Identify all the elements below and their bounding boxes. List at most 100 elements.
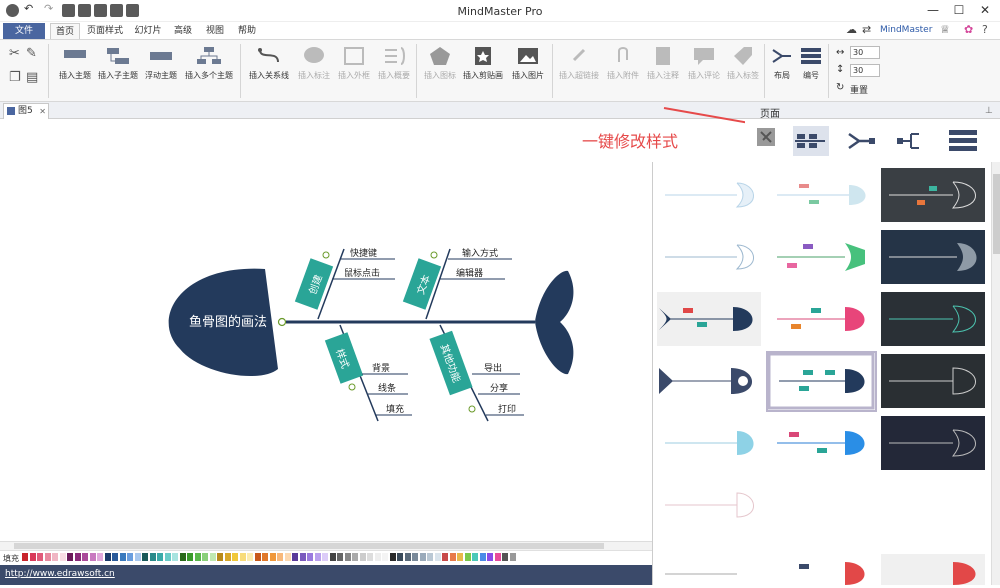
theme-thumb-light-1[interactable] [657, 168, 761, 222]
color-swatch[interactable] [239, 553, 246, 561]
color-swatch[interactable] [59, 553, 66, 561]
format-painter-icon[interactable]: ✎ [26, 46, 37, 61]
insert-tag-button[interactable]: 插入标签 [724, 46, 762, 81]
color-swatch[interactable] [307, 553, 313, 561]
collapse-toggle[interactable] [277, 317, 287, 327]
color-swatch[interactable] [217, 553, 223, 561]
insert-hyperlink-button[interactable]: 插入超链接 [556, 46, 602, 81]
color-swatch[interactable] [157, 553, 163, 561]
numbering-button[interactable]: 编号 [796, 46, 826, 81]
color-swatch[interactable] [37, 553, 43, 561]
color-swatch[interactable] [359, 553, 366, 561]
item-fill[interactable]: 填充 [386, 403, 404, 415]
color-swatch[interactable] [494, 553, 501, 561]
cut-icon[interactable]: ✂ [9, 46, 20, 61]
h-spacing-input[interactable]: 30 [850, 46, 880, 59]
item-shortcut[interactable]: 快捷键 [350, 247, 377, 259]
insert-icon-button[interactable]: 插入图标 [422, 46, 458, 81]
color-swatch[interactable] [194, 553, 201, 561]
theme-thumb-partial-3[interactable] [881, 554, 985, 585]
color-swatch[interactable] [149, 553, 156, 561]
user-name[interactable]: MindMaster [880, 25, 932, 35]
fishbone-layout-icon[interactable] [793, 126, 829, 156]
color-swatch[interactable] [344, 553, 351, 561]
theme-thumb-dark-2[interactable] [881, 230, 985, 284]
item-editor[interactable]: 编辑器 [456, 267, 483, 279]
tab-slides[interactable]: 幻灯片 [132, 23, 164, 39]
branch-toggle[interactable] [430, 251, 438, 259]
close-button[interactable]: ✕ [976, 3, 994, 19]
color-swatch[interactable] [74, 553, 81, 561]
color-swatch[interactable] [487, 553, 493, 561]
panel-scrollbar[interactable] [991, 162, 1000, 585]
color-swatch[interactable] [97, 553, 103, 561]
theme-thumb-partial-1[interactable] [657, 554, 761, 585]
insert-image-button[interactable]: 插入图片 [508, 46, 548, 81]
color-swatch[interactable] [299, 553, 306, 561]
h-scroll-thumb[interactable] [14, 543, 604, 549]
insert-attachment-button[interactable]: 插入附件 [604, 46, 642, 81]
color-swatch[interactable] [337, 553, 343, 561]
insert-clipart-button[interactable]: 插入剪贴画 [460, 46, 506, 81]
insert-boundary-button[interactable]: 插入外框 [336, 46, 372, 81]
color-swatch[interactable] [322, 553, 328, 561]
insert-summary-button[interactable]: 插入概要 [376, 46, 412, 81]
color-swatch[interactable] [164, 553, 171, 561]
theme-thumb-light-2[interactable] [769, 168, 873, 222]
theme-thumb-dark-5[interactable] [881, 416, 985, 470]
branch-toggle[interactable] [348, 383, 356, 391]
color-swatch[interactable] [464, 553, 471, 561]
branch-toggle[interactable] [322, 251, 330, 259]
minimize-button[interactable]: — [924, 3, 942, 19]
theme-thumb-light-4[interactable] [657, 416, 761, 470]
file-menu-button[interactable]: 文件 [3, 23, 45, 39]
color-swatch[interactable] [172, 553, 178, 561]
color-swatch[interactable] [404, 553, 411, 561]
theme-thumb-light-3[interactable] [657, 230, 761, 284]
insert-relationship-button[interactable]: 插入关系线 [246, 46, 292, 81]
color-swatch[interactable] [502, 553, 508, 561]
color-swatch[interactable] [112, 553, 118, 561]
color-swatch[interactable] [269, 553, 276, 561]
color-swatch[interactable] [284, 553, 291, 561]
item-export[interactable]: 导出 [484, 362, 502, 374]
theme-icon[interactable]: ♕ [940, 23, 950, 36]
color-swatch[interactable] [292, 553, 298, 561]
item-share[interactable]: 分享 [490, 382, 508, 394]
tab-view[interactable]: 视图 [202, 23, 228, 39]
color-swatch[interactable] [187, 553, 193, 561]
org-layout-icon[interactable] [897, 130, 931, 152]
pin-icon[interactable]: ⊥ [985, 106, 993, 116]
insert-subtopic-button[interactable]: 插入子主题 [96, 46, 140, 81]
share-icon[interactable]: ⇄ [862, 23, 871, 36]
color-swatch[interactable] [479, 553, 486, 561]
insert-topic-button[interactable]: 插入主题 [56, 46, 94, 81]
color-swatch[interactable] [247, 553, 253, 561]
item-lines[interactable]: 线条 [378, 382, 396, 394]
color-swatch[interactable] [209, 553, 216, 561]
color-swatch[interactable] [52, 553, 58, 561]
tab-home[interactable]: 首页 [50, 23, 80, 39]
color-swatch[interactable] [82, 553, 88, 561]
insert-multiple-topics-button[interactable]: 插入多个主题 [182, 46, 236, 81]
tab-help[interactable]: 帮助 [234, 23, 260, 39]
paste-icon[interactable]: ▤ [26, 70, 38, 85]
scroll-thumb[interactable] [993, 174, 1000, 254]
color-swatch[interactable] [389, 553, 396, 561]
item-input-method[interactable]: 输入方式 [462, 247, 498, 259]
website-link[interactable]: http://www.edrawsoft.cn [5, 569, 115, 579]
color-swatch[interactable] [134, 553, 141, 561]
color-swatch[interactable] [449, 553, 456, 561]
color-swatch[interactable] [329, 553, 336, 561]
color-swatch[interactable] [224, 553, 231, 561]
color-swatch[interactable] [397, 553, 403, 561]
color-swatch[interactable] [179, 553, 186, 561]
diagram-canvas[interactable]: 鱼骨图的画法 创建 快捷键 鼠标点击 文本 输入方式 编辑器 样式 背景 线条 … [0, 119, 652, 541]
color-swatch[interactable] [434, 553, 441, 561]
branch-toggle[interactable] [468, 405, 476, 413]
help-icon[interactable]: ? [982, 23, 988, 36]
theme-thumb-selected[interactable] [767, 352, 875, 410]
item-print[interactable]: 打印 [498, 403, 516, 415]
color-swatch[interactable] [472, 553, 478, 561]
color-swatch[interactable] [127, 553, 133, 561]
